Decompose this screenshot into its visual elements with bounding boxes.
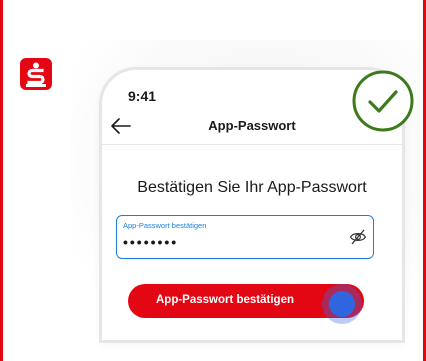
left-frame-border <box>0 0 3 361</box>
tap-indicator <box>322 284 362 324</box>
checkmark-circle-icon <box>351 69 415 133</box>
nav-divider <box>102 144 402 145</box>
confirm-button-label: App-Passwort bestätigen <box>155 294 295 306</box>
sparkasse-logo-icon <box>20 58 52 90</box>
status-time: 9:41 <box>128 88 157 104</box>
tap-indicator-dot <box>329 291 355 317</box>
eye-off-icon[interactable] <box>349 228 367 246</box>
confirm-heading: Bestätigen Sie Ihr App-Passwort <box>137 179 367 196</box>
password-field-value[interactable]: •••••••• <box>123 234 178 250</box>
phone-bottom-fade <box>102 328 402 340</box>
password-confirm-field[interactable]: App-Passwort bestätigen •••••••• <box>116 215 374 259</box>
password-field-label: App-Passwort bestätigen <box>123 221 207 230</box>
